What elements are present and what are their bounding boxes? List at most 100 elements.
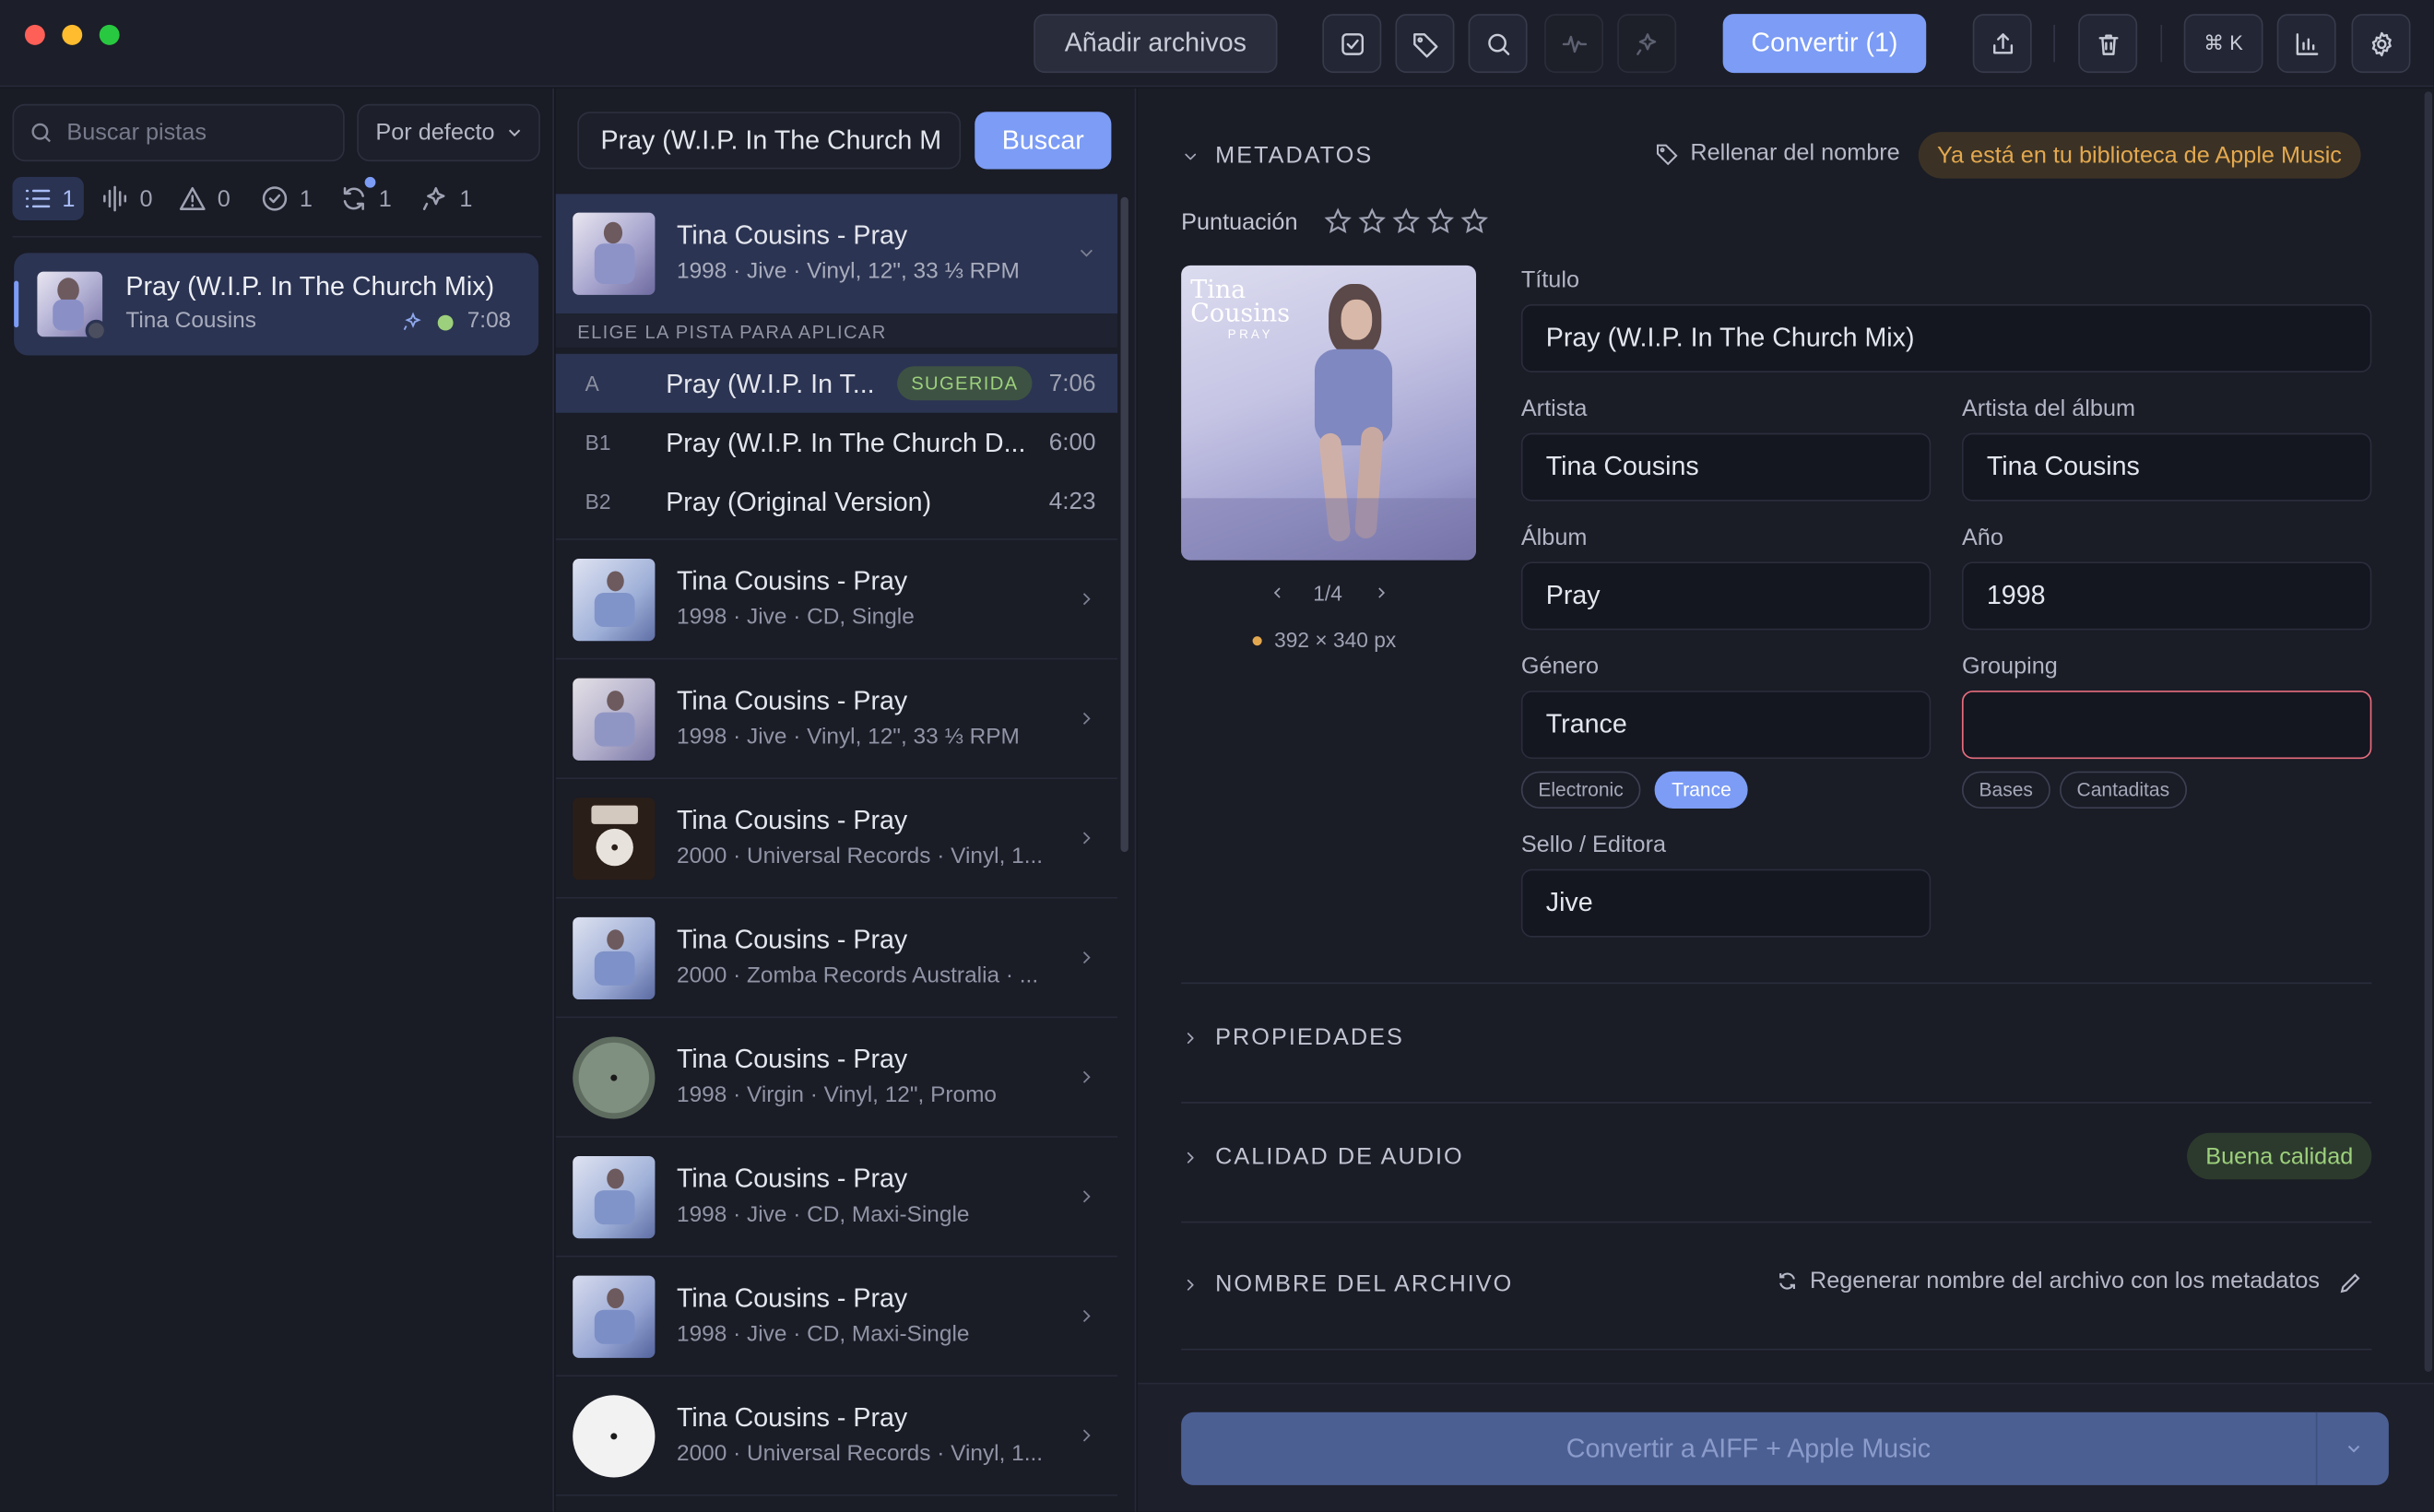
select-all-button[interactable] bbox=[1322, 14, 1382, 74]
settings-button[interactable] bbox=[2351, 14, 2411, 74]
filter-ready-count: 1 bbox=[299, 185, 313, 212]
star-icon[interactable] bbox=[1356, 207, 1388, 238]
command-palette-button[interactable]: ⌘ K bbox=[2183, 14, 2263, 74]
selected-release[interactable]: Tina Cousins - Pray 1998 · Jive · Vinyl,… bbox=[555, 194, 1118, 314]
sort-value: Por defecto bbox=[375, 119, 495, 147]
release-info: 1998 · Virgin · Vinyl, 12", Promo bbox=[677, 1082, 997, 1108]
release-artwork bbox=[573, 1036, 656, 1119]
scrollbar[interactable] bbox=[1120, 196, 1128, 853]
genre-suggestion-trance[interactable]: Trance bbox=[1654, 771, 1749, 809]
chevron-right-icon[interactable] bbox=[1372, 584, 1390, 602]
chevron-right-icon bbox=[1082, 832, 1091, 845]
scrollbar[interactable] bbox=[2424, 91, 2433, 1373]
minimize-window-button[interactable] bbox=[62, 24, 83, 45]
star-icon[interactable] bbox=[1390, 207, 1422, 238]
filter-enhanced-count: 1 bbox=[459, 185, 473, 212]
artist-field[interactable]: Tina Cousins bbox=[1520, 432, 1932, 502]
album-artwork[interactable]: Tina Cousins P R A Y bbox=[1181, 265, 1477, 561]
track-search-input[interactable]: Buscar pistas bbox=[12, 103, 345, 162]
release-item[interactable]: Tina Cousins - Pray 2000 · Zomba Records… bbox=[555, 899, 1118, 1019]
star-icon[interactable] bbox=[1322, 207, 1353, 238]
release-artwork bbox=[573, 1156, 656, 1239]
release-info: 1998 · Jive · CD, Maxi-Single bbox=[677, 1202, 970, 1228]
magic-button[interactable] bbox=[1617, 14, 1677, 74]
metadata-section-toggle[interactable]: METADATOS bbox=[1181, 143, 1373, 169]
release-artwork bbox=[573, 558, 656, 642]
share-icon bbox=[1992, 32, 2013, 53]
zoom-window-button[interactable] bbox=[99, 24, 120, 45]
release-item[interactable]: Tina Cousins - Pray 1998 · Jive · Vinyl,… bbox=[555, 659, 1118, 780]
delete-button[interactable] bbox=[2078, 14, 2138, 74]
track-duration: 4:23 bbox=[1048, 489, 1096, 515]
add-files-button[interactable]: Añadir archivos bbox=[1034, 14, 1278, 74]
grouping-field[interactable] bbox=[1961, 691, 2372, 760]
filter-warnings[interactable]: 0 bbox=[168, 177, 240, 220]
genre-label: Género bbox=[1520, 653, 1600, 680]
track-row[interactable]: Pray (W.I.P. In The Church Mix) Tina Cou… bbox=[14, 253, 539, 356]
genre-field[interactable]: Trance bbox=[1520, 691, 1932, 760]
release-title: Tina Cousins - Pray bbox=[677, 686, 908, 716]
track-artist: Tina Cousins bbox=[125, 308, 256, 334]
release-artwork bbox=[573, 1275, 656, 1358]
audio-quality-section-title: CALIDAD DE AUDIO bbox=[1215, 1143, 1464, 1171]
regenerate-filename-label: Regenerar nombre del archivo con los met… bbox=[1809, 1268, 2321, 1294]
track-position: B1 bbox=[585, 431, 611, 455]
release-item[interactable]: Tina Cousins - Pray 1998 · Jive · CD, Si… bbox=[555, 540, 1118, 660]
chevron-right-icon bbox=[1082, 1070, 1091, 1083]
filter-sync[interactable]: 1 bbox=[329, 176, 401, 220]
convert-button[interactable]: Convertir (1) bbox=[1722, 14, 1927, 74]
quality-dot bbox=[437, 314, 454, 331]
filter-all[interactable]: 1 bbox=[12, 176, 85, 221]
release-search-input[interactable]: Pray (W.I.P. In The Church M bbox=[577, 112, 962, 170]
title-field[interactable]: Pray (W.I.P. In The Church Mix) bbox=[1520, 303, 2372, 372]
convert-aiff-button[interactable]: Convertir a AIFF + Apple Music bbox=[1181, 1412, 2389, 1485]
filter-audio[interactable]: 0 bbox=[90, 177, 162, 220]
release-item[interactable]: Tina Cousins - Pray 2000 · Universal Rec… bbox=[555, 1376, 1118, 1496]
audio-quality-section-toggle[interactable]: CALIDAD DE AUDIO bbox=[1181, 1143, 1464, 1171]
search-release-button[interactable]: Buscar bbox=[975, 112, 1112, 170]
filter-ready[interactable]: 1 bbox=[250, 177, 322, 220]
release-item[interactable]: Tina Cousins - Pray 1998 · Jive · CD, Ma… bbox=[555, 1257, 1118, 1377]
export-button[interactable] bbox=[1972, 14, 2032, 74]
release-item[interactable]: Tina Cousins - Pray 2000 · Universal Rec… bbox=[555, 779, 1118, 899]
album-field[interactable]: Pray bbox=[1520, 561, 1932, 631]
release-item[interactable]: Tina Cousins - Pray 1998 · Jive · CD, Ma… bbox=[555, 1138, 1118, 1258]
tag-button[interactable] bbox=[1395, 14, 1455, 74]
pencil-icon[interactable] bbox=[2337, 1270, 2364, 1296]
fill-from-name-button[interactable]: Rellenar del nombre bbox=[1655, 139, 1900, 166]
close-window-button[interactable] bbox=[24, 24, 45, 45]
filter-audio-count: 0 bbox=[139, 185, 153, 212]
track-option-b1[interactable]: B1 Pray (W.I.P. In The Church D... 6:00 bbox=[556, 413, 1117, 472]
checkbox-icon bbox=[1341, 32, 1364, 54]
genre-suggestion-electronic[interactable]: Electronic bbox=[1520, 771, 1641, 809]
filename-section-toggle[interactable]: NOMBRE DEL ARCHIVO bbox=[1181, 1271, 1513, 1297]
chevron-down-icon bbox=[1080, 249, 1093, 257]
album-artist-field[interactable]: Tina Cousins bbox=[1961, 432, 2372, 502]
chevron-right-icon bbox=[1187, 1152, 1194, 1163]
filter-enhanced[interactable]: 1 bbox=[409, 177, 481, 220]
bar-chart-icon bbox=[2295, 32, 2318, 54]
chevron-right-icon bbox=[1082, 1309, 1091, 1322]
analyze-button[interactable] bbox=[1544, 14, 1604, 74]
star-icon[interactable] bbox=[1424, 207, 1456, 238]
star-rating[interactable] bbox=[1322, 207, 1490, 238]
tag-icon bbox=[1656, 143, 1678, 165]
track-option-a[interactable]: A Pray (W.I.P. In T... SUGERIDA 7:06 bbox=[555, 353, 1118, 413]
chevron-left-icon[interactable] bbox=[1268, 584, 1286, 602]
track-duration: 6:00 bbox=[1048, 430, 1096, 456]
chevron-down-icon[interactable] bbox=[2344, 1438, 2364, 1459]
year-field[interactable]: 1998 bbox=[1961, 561, 2372, 631]
stats-button[interactable] bbox=[2276, 14, 2336, 74]
track-option-b2[interactable]: B2 Pray (Original Version) 4:23 bbox=[556, 472, 1117, 531]
grouping-suggestion-bases[interactable]: Bases bbox=[1961, 771, 2050, 809]
sort-select[interactable]: Por defecto bbox=[357, 103, 540, 162]
search-button[interactable] bbox=[1468, 14, 1528, 74]
regenerate-filename-button[interactable]: Regenerar nombre del archivo con los met… bbox=[1776, 1268, 2320, 1294]
label-field[interactable]: Jive bbox=[1520, 868, 1932, 938]
star-icon[interactable] bbox=[1459, 207, 1490, 238]
release-item[interactable]: Tina Cousins - Pray 1998 · Virgin · Viny… bbox=[555, 1018, 1118, 1138]
label-label: Sello / Editora bbox=[1520, 832, 1667, 858]
metadata-pane: METADATOS Rellenar del nombre Ya está en… bbox=[1138, 88, 2434, 1512]
properties-section-toggle[interactable]: PROPIEDADES bbox=[1181, 1024, 1404, 1051]
grouping-suggestion-cantaditas[interactable]: Cantaditas bbox=[2060, 771, 2187, 809]
